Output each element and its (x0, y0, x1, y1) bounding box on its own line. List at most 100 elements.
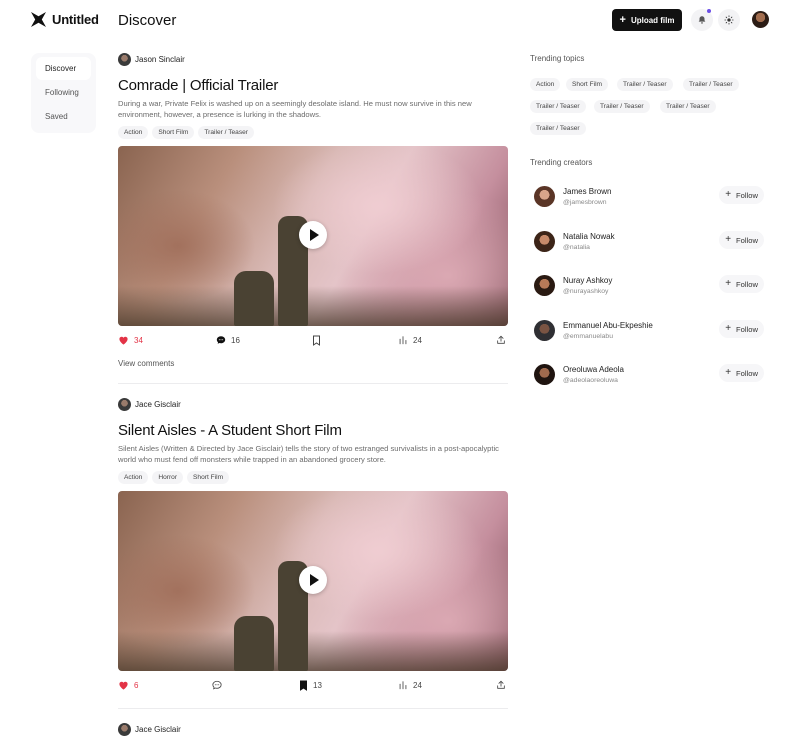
notifications-button[interactable] (691, 9, 713, 31)
view-count: 24 (413, 335, 422, 345)
like-button[interactable]: 6 (118, 680, 138, 690)
bookmark-button[interactable]: 13 (299, 680, 322, 692)
bar-chart-icon (399, 681, 407, 690)
post-actions: 34 16 24 (118, 335, 508, 351)
author-name: Jason Sinclair (135, 54, 185, 64)
topic-chip[interactable]: Action (530, 78, 561, 91)
app-logo[interactable]: Untitled (31, 12, 99, 27)
creator-name[interactable]: Natalia Nowak (563, 232, 615, 241)
kneeling-soldier-figure (234, 616, 274, 672)
post-title[interactable]: Silent Aisles - A Student Short Film (118, 422, 508, 439)
upload-film-button[interactable]: + Upload film (612, 9, 682, 31)
like-count: 6 (134, 680, 139, 690)
video-scene-ground (118, 286, 508, 327)
logo-mark-icon (31, 12, 46, 27)
play-button[interactable] (299, 221, 327, 250)
view-count: 24 (413, 680, 422, 690)
creator-handle: @natalia (563, 243, 590, 251)
user-avatar[interactable] (752, 11, 769, 28)
kneeling-soldier-figure (234, 271, 274, 327)
tag[interactable]: Short Film (152, 126, 195, 140)
like-button[interactable]: 34 (118, 335, 143, 345)
topic-chip[interactable]: Trailer / Teaser (530, 122, 586, 135)
creator-handle: @emmanuelabu (563, 332, 613, 340)
post-author[interactable]: Jace Gisclair (118, 397, 508, 411)
follow-button[interactable]: + Follow (719, 231, 764, 249)
views-stat: 24 (398, 335, 422, 345)
comment-bubble-icon (212, 681, 222, 690)
creator-name[interactable]: Emmanuel Abu-Ekpeshie (563, 321, 653, 330)
heart-icon (119, 682, 128, 690)
creator-avatar[interactable] (534, 363, 555, 385)
share-button[interactable] (496, 680, 506, 690)
post-tags: Action Short Film Trailer / Teaser (118, 126, 508, 140)
bookmark-button[interactable] (312, 335, 321, 347)
trending-creators-title: Trending creators (530, 158, 593, 167)
share-icon (497, 336, 505, 345)
creator-item: Nuray Ashkoy @nurayashkoy + Follow (534, 273, 764, 297)
app-name: Untitled (52, 12, 99, 27)
creator-avatar[interactable] (534, 230, 555, 252)
views-stat: 24 (398, 680, 422, 690)
topic-chip[interactable]: Short Film (566, 78, 609, 91)
post-divider (118, 383, 508, 384)
view-comments-link[interactable]: View comments (118, 359, 508, 368)
creator-name[interactable]: James Brown (563, 187, 611, 196)
plus-icon: + (725, 234, 732, 245)
creator-name[interactable]: Oreoluwa Adeola (563, 365, 624, 374)
video-thumbnail[interactable] (118, 146, 508, 327)
share-button[interactable] (496, 335, 506, 345)
notification-dot (707, 9, 711, 13)
page-title: Discover (118, 12, 177, 29)
trending-topics-title: Trending topics (530, 54, 585, 63)
creator-avatar[interactable] (534, 274, 555, 296)
post-author[interactable]: Jace Gisclair (118, 722, 508, 736)
sidebar-item-discover[interactable]: Discover (36, 57, 91, 80)
follow-button[interactable]: + Follow (719, 320, 764, 338)
play-icon (310, 574, 319, 587)
topic-chip[interactable]: Trailer / Teaser (660, 100, 716, 113)
sidebar-item-saved[interactable]: Saved (36, 105, 91, 128)
author-avatar (118, 722, 131, 736)
plus-icon: + (725, 367, 732, 378)
upload-film-label: Upload film (630, 15, 675, 25)
creator-handle: @nurayashkoy (563, 287, 609, 295)
tag[interactable]: Horror (152, 471, 184, 485)
creator-name[interactable]: Nuray Ashkoy (563, 276, 612, 285)
topic-chip[interactable]: Trailer / Teaser (683, 78, 739, 91)
follow-button[interactable]: + Follow (719, 364, 764, 382)
creator-item: James Brown @jamesbrown + Follow (534, 184, 764, 208)
creator-avatar[interactable] (534, 319, 555, 341)
follow-label: Follow (736, 368, 758, 378)
post-title[interactable]: Comrade | Official Trailer (118, 77, 508, 94)
video-scene-ground (118, 631, 508, 672)
creator-item: Natalia Nowak @natalia + Follow (534, 229, 764, 253)
theme-toggle-button[interactable] (718, 9, 740, 31)
tag[interactable]: Trailer / Teaser (198, 126, 254, 140)
topic-chip[interactable]: Trailer / Teaser (594, 100, 650, 113)
video-thumbnail[interactable] (118, 491, 508, 672)
creator-avatar[interactable] (534, 185, 555, 207)
creator-handle: @jamesbrown (563, 198, 607, 206)
follow-button[interactable]: + Follow (719, 275, 764, 293)
plus-icon: + (725, 323, 732, 334)
feed-post: Jace Gisclair (118, 722, 508, 736)
comment-bubble-icon (216, 336, 226, 345)
sidebar-item-following[interactable]: Following (36, 81, 91, 104)
bookmark-count: 13 (313, 681, 322, 691)
tag[interactable]: Action (118, 126, 149, 140)
comment-button[interactable]: 16 (216, 335, 240, 345)
bell-icon (698, 16, 706, 24)
follow-button[interactable]: + Follow (719, 186, 764, 204)
post-author[interactable]: Jason Sinclair (118, 52, 508, 66)
tag[interactable]: Short Film (187, 471, 230, 485)
comment-button[interactable] (212, 680, 227, 690)
play-button[interactable] (299, 566, 327, 595)
heart-icon (119, 337, 128, 345)
topic-chip[interactable]: Trailer / Teaser (617, 78, 673, 91)
post-tags: Action Horror Short Film (118, 471, 508, 485)
tag[interactable]: Action (118, 471, 149, 485)
follow-label: Follow (736, 324, 758, 334)
topic-chip[interactable]: Trailer / Teaser (530, 100, 586, 113)
follow-label: Follow (736, 279, 758, 289)
